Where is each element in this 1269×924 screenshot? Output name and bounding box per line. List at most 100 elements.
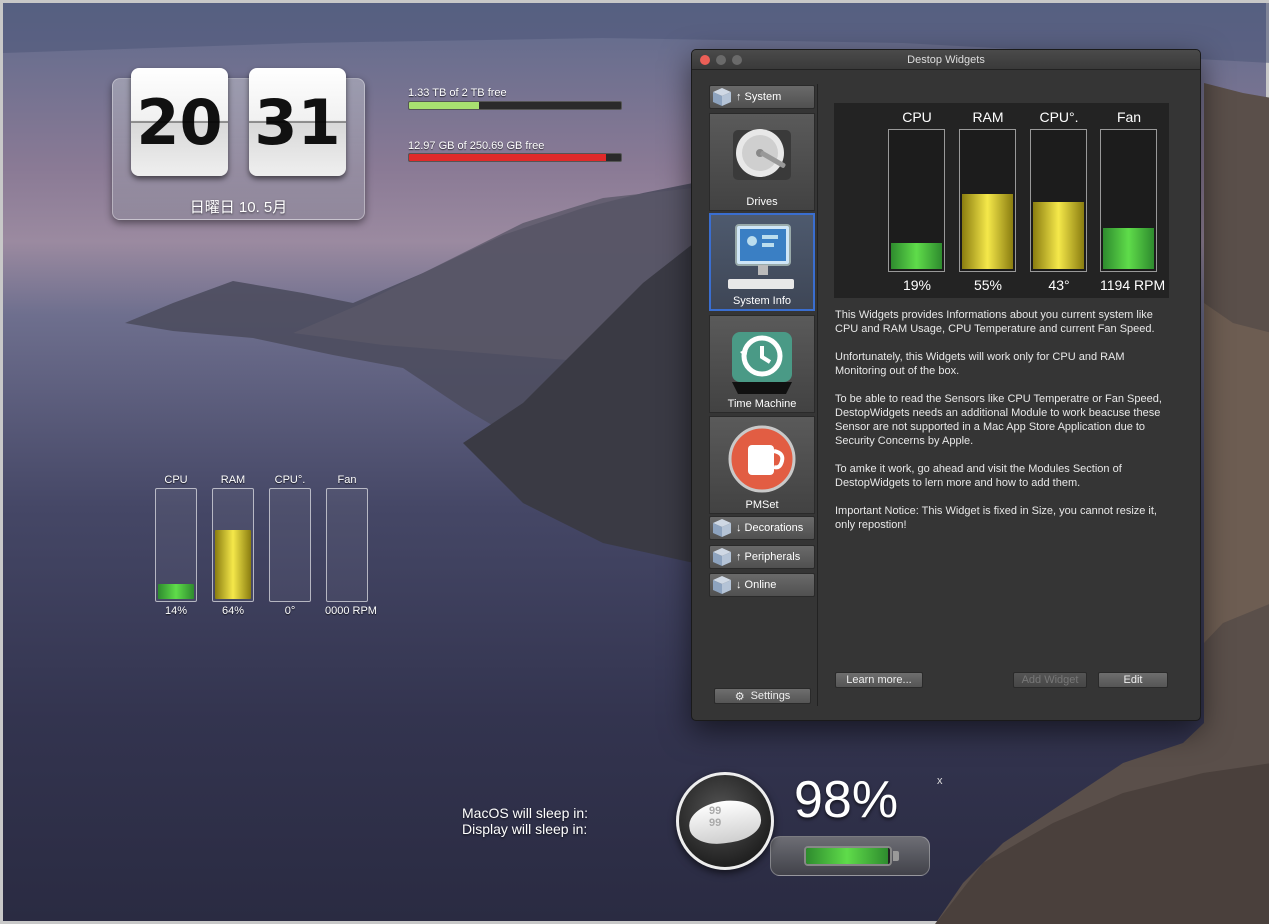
mouse-battery-icon[interactable]: 99 99 [676,772,774,870]
hard-drive-icon [733,129,791,180]
widget-sidebar: ↑ System Drives System Info Time Machine… [708,84,818,706]
pv-cpu-tube [888,129,945,272]
dw-cputemp-tube [269,488,311,602]
desktop-widgets-window[interactable]: Destop Widgets ↑ System Drives System In… [691,49,1201,721]
clock-date: 日曜日 10. 5月 [189,199,288,216]
dw-fan-value: 0000 RPM [325,605,377,617]
dw-ram-bar [215,529,251,599]
dw-cputemp-value: 0° [284,605,296,617]
pv-ram-value: 55% [973,277,1003,293]
description-paragraph: Unfortunately, this Widgets will work on… [835,351,1125,377]
sidebar-tile-system-info-label: System Info [732,295,792,307]
settings-button-label: Settings [750,690,791,702]
system-info-icon [728,224,794,289]
pv-ram-title: RAM [972,109,1004,125]
pv-ram-tube [959,129,1016,272]
pv-col-cputemp: CPU°. 43° [1030,109,1088,293]
cube-icon [713,548,731,566]
widget-description: This Widgets provides Informations about… [835,308,1175,546]
dw-cpu-title: CPU [164,474,188,486]
gear-icon: ⚙ [734,690,745,703]
sidebar-tile-pmset-label: PMSet [745,499,779,511]
drive-1-bar [408,101,622,110]
battery-fill [806,848,889,864]
sidebar-group-peripherals-label: ↑ Peripherals [736,551,801,563]
pv-cputemp-title: CPU°. [1039,109,1079,125]
dw-col-fan: Fan 0000 RPM [325,474,377,617]
dw-col-cpu: CPU 14% [154,474,198,617]
dw-fan-title: Fan [337,474,357,486]
cube-icon [713,576,731,594]
pv-fan-value: 1194 RPM [1100,277,1166,293]
pv-col-fan: Fan 1194 RPM [1100,109,1166,293]
settings-button[interactable]: ⚙ Settings [714,688,811,704]
edit-button[interactable]: Edit [1098,672,1168,688]
dw-cputemp-title: CPU°. [274,474,306,486]
dw-cpu-bar [158,583,194,599]
sidebar-group-decorations-label: ↓ Decorations [736,522,804,534]
mouse-digits-top: 99 [709,805,722,817]
pv-col-cpu: CPU 19% [888,109,946,293]
dw-col-cputemp: CPU°. 0° [268,474,312,617]
sidebar-tile-pmset[interactable]: PMSet [709,416,815,514]
add-widget-button[interactable]: Add Widget [1013,672,1087,688]
mouse-icon [686,796,764,848]
clock-hour: 20 [131,68,228,176]
macos-sleep-label: MacOS will sleep in: [462,805,589,821]
cube-icon [713,88,731,106]
pv-fan-tube [1100,129,1157,272]
clock-minute: 31 [249,68,346,176]
sidebar-tile-drives-label: Drives [746,196,778,208]
battery-percent: 98% [794,771,899,829]
drive-2-fill [409,154,607,161]
sidebar-group-system-label: ↑ System [736,91,782,103]
sidebar-tile-time-machine[interactable]: Time Machine [709,315,815,413]
dw-ram-title: RAM [220,474,246,486]
drive-2-bar [408,153,622,162]
pv-cpu-value: 19% [902,277,932,293]
dw-cpu-value: 14% [164,605,188,617]
battery-close-button[interactable]: x [937,775,943,787]
zoom-window-button[interactable] [732,55,742,65]
description-paragraph: Important Notice: This Widget is fixed i… [835,505,1157,531]
window-titlebar[interactable]: Destop Widgets [692,50,1200,70]
cube-icon [713,519,731,537]
drive-1-label: 1.33 TB of 2 TB free [408,87,507,99]
battery-icon [804,846,892,866]
dw-fan-tube [326,488,368,602]
dw-col-ram: RAM 64% [211,474,255,617]
sidebar-group-peripherals[interactable]: ↑ Peripherals [709,545,815,569]
sidebar-group-system[interactable]: ↑ System [709,85,815,109]
widget-preview: CPU 19% RAM 55% CPU°. 43° Fan 1194 RPM [834,103,1169,298]
learn-more-button[interactable]: Learn more... [835,672,923,688]
battery-tip [893,851,899,861]
pv-cputemp-bar [1033,201,1084,269]
pv-col-ram: RAM 55% [959,109,1017,293]
time-machine-icon [732,332,792,394]
description-paragraph: This Widgets provides Informations about… [835,309,1155,335]
pv-cputemp-value: 43° [1048,277,1070,293]
pv-cpu-title: CPU [902,109,932,125]
sidebar-tile-drives[interactable]: Drives [709,113,815,211]
pv-fan-title: Fan [1116,109,1142,125]
display-sleep-label: Display will sleep in: [462,821,588,837]
window-title: Destop Widgets [907,54,985,66]
pv-cputemp-tube [1030,129,1087,272]
drive-2-label: 12.97 GB of 250.69 GB free [408,140,545,152]
minimize-window-button[interactable] [716,55,726,65]
sidebar-tile-system-info[interactable]: System Info [709,213,815,311]
pv-cpu-bar [891,242,942,269]
battery-tray [770,836,930,876]
sidebar-tile-time-machine-label: Time Machine [727,398,797,410]
dw-ram-tube [212,488,254,602]
pv-fan-bar [1103,227,1154,269]
close-window-button[interactable] [700,55,710,65]
mouse-digits: 99 99 [709,805,721,829]
coffee-cup-icon [728,425,796,493]
pv-ram-bar [962,193,1013,269]
sidebar-group-decorations[interactable]: ↓ Decorations [709,516,815,540]
description-paragraph: To amke it work, go ahead and visit the … [835,463,1122,489]
sidebar-group-online[interactable]: ↓ Online [709,573,815,597]
mouse-digits-bottom: 99 [709,817,722,829]
sidebar-group-online-label: ↓ Online [736,579,777,591]
